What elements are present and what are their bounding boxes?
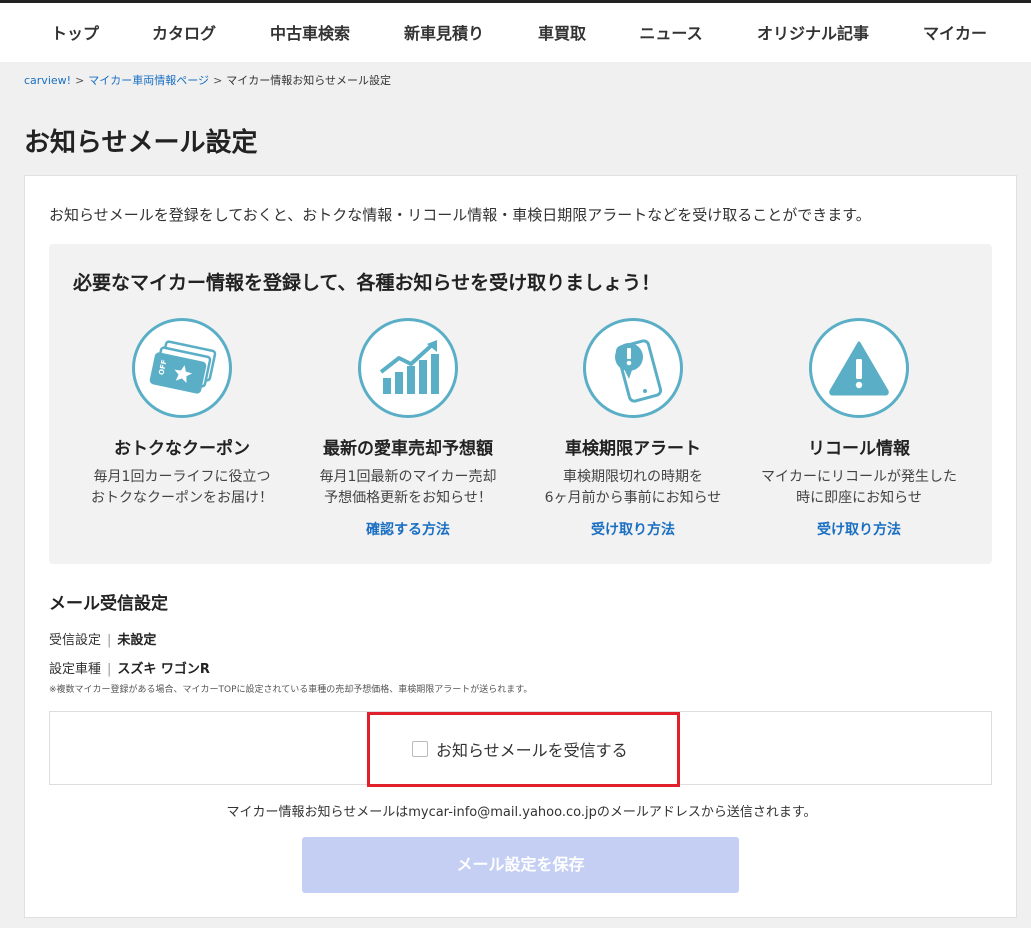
car-setting-label: 設定車種 xyxy=(49,662,102,677)
feature-title: おトクなクーポン xyxy=(114,439,250,459)
feature-desc-line: 毎月1回カーライフに役立つ xyxy=(93,469,271,485)
car-setting-value: スズキ ワゴンR xyxy=(117,662,210,677)
multi-car-note: ※複数マイカー登録がある場合、マイカーTOPに設定されている車種の売却予想価格、… xyxy=(49,685,533,695)
breadcrumb-link-home[interactable]: carview! xyxy=(24,74,71,87)
nav-item-mycar[interactable]: マイカー xyxy=(923,3,987,65)
row-separator: | xyxy=(107,633,112,648)
feature-description: 毎月1回最新のマイカー売却 予想価格更新をお知らせ！ xyxy=(303,467,513,509)
mail-settings-heading: メール受信設定 xyxy=(49,594,168,614)
settings-card: お知らせメールを登録をしておくと、おトクな情報・リコール情報・車検日期限アラート… xyxy=(24,175,1017,918)
feature-sale-price: 最新の愛車売却予想額 毎月1回最新のマイカー売却 予想価格更新をお知らせ！ 確認… xyxy=(303,318,513,539)
intro-text: お知らせメールを登録をしておくと、おトクな情報・リコール情報・車検日期限アラート… xyxy=(49,206,871,224)
receive-mail-checkbox-label[interactable]: お知らせメールを受信する xyxy=(412,737,628,761)
benefits-heading: 必要なマイカー情報を登録して、各種お知らせを受け取りましょう！ xyxy=(73,272,661,294)
top-navigation: トップ カタログ 中古車検索 新車見積り 車買取 ニュース オリジナル記事 マイ… xyxy=(0,0,1031,62)
receive-setting-label: 受信設定 xyxy=(49,633,102,648)
feature-description: 毎月1回カーライフに役立つ おトクなクーポンをお届け！ xyxy=(77,467,287,509)
feature-title: 車検期限アラート xyxy=(565,439,701,459)
page-title: お知らせメール設定 xyxy=(24,128,258,158)
coupon-icon: OFF xyxy=(132,318,232,418)
nav-item-car-buyback[interactable]: 車買取 xyxy=(538,3,586,65)
feature-desc-line: 車検期限切れの時期を xyxy=(563,469,703,485)
feature-coupon: OFF おトクなクーポン 毎月1回カーライフに役立つ おトクなクーポンをお届け！ xyxy=(77,318,287,509)
receive-setting-value: 未設定 xyxy=(117,633,157,648)
feature-title: リコール情報 xyxy=(808,439,910,459)
feature-link-check-method[interactable]: 確認する方法 xyxy=(303,519,513,539)
nav-item-catalog[interactable]: カタログ xyxy=(152,3,216,65)
breadcrumb-separator: > xyxy=(75,74,85,87)
breadcrumb-link-mycar[interactable]: マイカー車両情報ページ xyxy=(88,74,209,87)
nav-item-used-car-search[interactable]: 中古車検索 xyxy=(270,3,350,65)
feature-description: 車検期限切れの時期を 6ヶ月前から事前にお知らせ xyxy=(528,467,738,509)
feature-desc-line: 6ヶ月前から事前にお知らせ xyxy=(544,490,722,506)
feature-inspection-alert: 車検期限アラート 車検期限切れの時期を 6ヶ月前から事前にお知らせ 受け取り方法 xyxy=(528,318,738,539)
nav-item-original-articles[interactable]: オリジナル記事 xyxy=(757,3,869,65)
sender-address-note: マイカー情報お知らせメールはmycar-info@mail.yahoo.co.j… xyxy=(226,805,817,820)
receive-setting-row: 受信設定 | 未設定 xyxy=(49,629,156,648)
breadcrumb-current: マイカー情報お知らせメール設定 xyxy=(226,74,392,87)
feature-desc-line: 毎月1回最新のマイカー売却 xyxy=(319,469,497,485)
nav-item-news[interactable]: ニュース xyxy=(639,3,702,65)
chart-up-icon xyxy=(358,318,458,418)
breadcrumb: carview! > マイカー車両情報ページ > マイカー情報お知らせメール設定 xyxy=(24,72,391,88)
phone-alert-icon xyxy=(583,318,683,418)
save-mail-settings-button[interactable]: メール設定を保存 xyxy=(302,837,739,893)
feature-recall: リコール情報 マイカーにリコールが発生した 時に即座にお知らせ 受け取り方法 xyxy=(754,318,964,539)
benefits-panel: 必要なマイカー情報を登録して、各種お知らせを受け取りましょう！ OFF おトクな… xyxy=(49,244,992,564)
nav-item-top[interactable]: トップ xyxy=(51,3,99,65)
feature-description: マイカーにリコールが発生した 時に即座にお知らせ xyxy=(754,467,964,509)
warning-icon xyxy=(809,318,909,418)
feature-title: 最新の愛車売却予想額 xyxy=(323,439,493,459)
receive-mail-checkbox[interactable] xyxy=(412,741,428,757)
feature-link-receive-method[interactable]: 受け取り方法 xyxy=(754,519,964,539)
feature-desc-line: 時に即座にお知らせ xyxy=(796,490,922,506)
nav-item-new-car-quote[interactable]: 新車見積り xyxy=(404,3,484,65)
feature-link-receive-method[interactable]: 受け取り方法 xyxy=(528,519,738,539)
receive-mail-option-box: お知らせメールを受信する xyxy=(49,711,992,785)
feature-desc-line: マイカーにリコールが発生した xyxy=(761,469,957,485)
car-setting-row: 設定車種 | スズキ ワゴンR xyxy=(49,658,210,677)
receive-mail-checkbox-text: お知らせメールを受信する xyxy=(436,741,628,760)
feature-desc-line: おトクなクーポンをお届け！ xyxy=(91,490,273,506)
row-separator: | xyxy=(107,662,112,677)
feature-desc-line: 予想価格更新をお知らせ！ xyxy=(324,490,492,506)
breadcrumb-separator: > xyxy=(213,74,223,87)
